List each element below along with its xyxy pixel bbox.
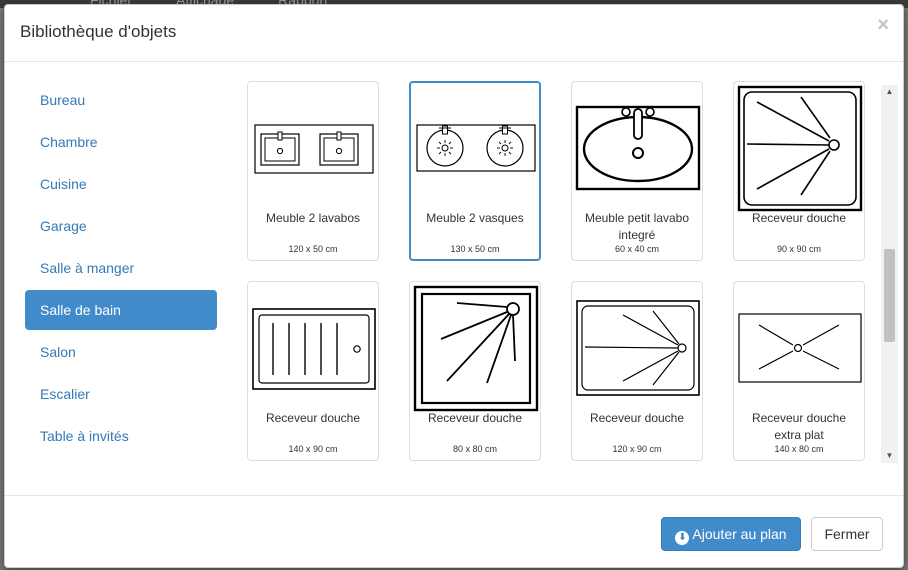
category-cuisine[interactable]: Cuisine xyxy=(25,164,217,204)
object-dimensions: 120 x 50 cm xyxy=(288,244,338,254)
close-button[interactable]: Fermer xyxy=(811,517,883,551)
shower-tray-lines-icon xyxy=(251,285,377,413)
object-grid: Meuble 2 lavabos 120 x 50 cm Meuble 2 va… xyxy=(247,81,877,461)
object-dimensions: 140 x 80 cm xyxy=(774,444,824,454)
object-card[interactable]: Receveur douche 90 x 90 cm xyxy=(733,81,865,261)
object-dimensions: 130 x 50 cm xyxy=(450,244,500,254)
object-dimensions: 80 x 80 cm xyxy=(452,444,498,454)
object-name: Meuble petit lavabo integré xyxy=(584,211,690,242)
category-table-a-invites[interactable]: Table à invités xyxy=(25,416,217,456)
category-chambre[interactable]: Chambre xyxy=(25,122,217,162)
small-washbasin-icon xyxy=(575,85,701,213)
object-name: Receveur douche xyxy=(589,411,685,425)
object-dimensions: 140 x 90 cm xyxy=(288,444,338,454)
scroll-up-arrow-icon[interactable]: ▲ xyxy=(881,85,898,99)
object-library-modal: Bibliothèque d'objets × Bureau Chambre C… xyxy=(4,4,904,568)
scroll-down-arrow-icon[interactable]: ▼ xyxy=(881,449,898,463)
object-name: Receveur douche xyxy=(427,411,523,425)
object-name: Meuble 2 vasques xyxy=(426,211,524,225)
category-salle-de-bain[interactable]: Salle de bain xyxy=(25,290,217,330)
category-escalier[interactable]: Escalier xyxy=(25,374,217,414)
object-name: Receveur douche extra plat xyxy=(751,411,847,442)
shower-tray-corner-icon xyxy=(413,285,539,413)
object-card[interactable]: Receveur douche extra plat 140 x 80 cm xyxy=(733,281,865,461)
modal-title: Bibliothèque d'objets xyxy=(20,22,177,41)
object-card[interactable]: Receveur douche 120 x 90 cm xyxy=(571,281,703,461)
object-dimensions: 90 x 90 cm xyxy=(776,244,822,254)
close-icon[interactable]: × xyxy=(877,15,889,35)
category-list: Bureau Chambre Cuisine Garage Salle à ma… xyxy=(25,80,217,458)
object-dimensions: 60 x 40 cm xyxy=(614,244,660,254)
object-card[interactable]: Meuble petit lavabo integré 60 x 40 cm xyxy=(571,81,703,261)
object-card[interactable]: Meuble 2 lavabos 120 x 50 cm xyxy=(247,81,379,261)
download-circle-icon: ⬇ xyxy=(675,531,690,545)
object-card-selected[interactable]: Meuble 2 vasques 130 x 50 cm xyxy=(409,81,541,261)
add-to-plan-label: Ajouter au plan xyxy=(692,526,787,542)
double-sink-icon xyxy=(251,85,377,213)
object-card[interactable]: Receveur douche 140 x 90 cm xyxy=(247,281,379,461)
object-name: Receveur douche xyxy=(751,211,847,225)
double-basin-icon xyxy=(413,85,539,213)
object-name: Meuble 2 lavabos xyxy=(265,211,361,225)
shower-tray-flat-icon xyxy=(737,285,863,413)
category-bureau[interactable]: Bureau xyxy=(25,80,217,120)
category-salon[interactable]: Salon xyxy=(25,332,217,372)
add-to-plan-button[interactable]: ⬇ Ajouter au plan xyxy=(661,517,801,551)
category-salle-a-manger[interactable]: Salle à manger xyxy=(25,248,217,288)
object-name: Receveur douche xyxy=(265,411,361,425)
modal-footer: ⬇ Ajouter au plan Fermer xyxy=(5,495,903,569)
object-dimensions: 120 x 90 cm xyxy=(612,444,662,454)
category-garage[interactable]: Garage xyxy=(25,206,217,246)
shower-tray-rect-icon xyxy=(575,285,701,413)
modal-header: Bibliothèque d'objets × xyxy=(5,5,903,62)
shower-tray-square-icon xyxy=(737,85,863,213)
grid-scrollbar[interactable]: ▲ ▼ xyxy=(881,85,898,463)
object-card[interactable]: Receveur douche 80 x 80 cm xyxy=(409,281,541,461)
scroll-thumb[interactable] xyxy=(884,249,895,342)
